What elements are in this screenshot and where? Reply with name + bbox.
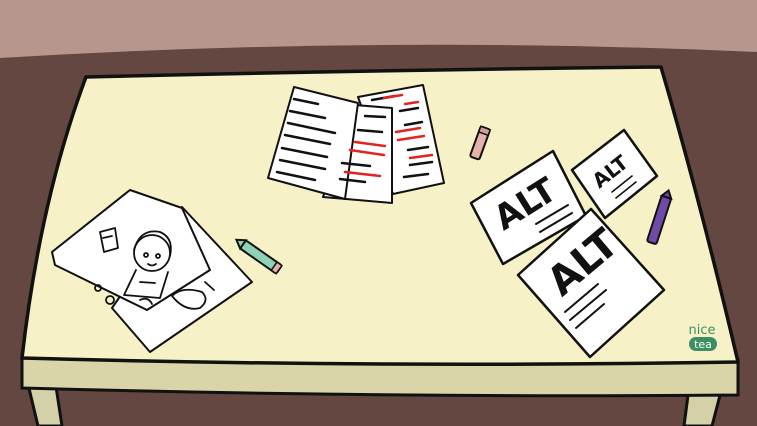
logo-line-1: nice (689, 323, 716, 338)
nice-tea-logo: nice tea (689, 323, 717, 351)
illustration-scene: ALT ALT ALT nice tea (0, 0, 757, 426)
red-marked-documents (267, 84, 445, 204)
table-illustration: ALT ALT ALT nice tea (0, 0, 757, 426)
logo-line-2: tea (694, 338, 712, 351)
